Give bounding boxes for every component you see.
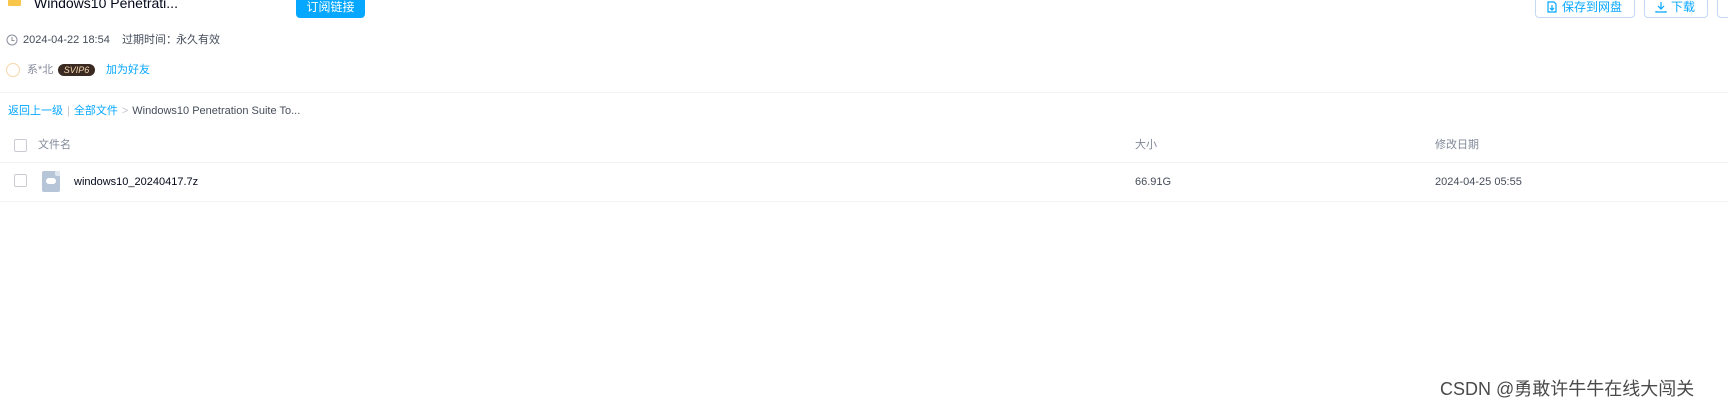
share-title: Windows10 Penetrati... — [34, 0, 178, 11]
clock-icon — [6, 34, 18, 46]
table-divider — [0, 162, 1728, 163]
column-header-modified[interactable]: 修改日期 — [1435, 138, 1479, 152]
save-to-netdisk-button[interactable]: 保存到网盘 — [1535, 0, 1635, 18]
file-size: 66.91G — [1135, 176, 1172, 188]
share-page: Windows10 Penetrati... 订阅链接 保存到网盘 下载 202… — [0, 0, 1728, 408]
download-button[interactable]: 下载 — [1644, 0, 1708, 18]
sharer-name[interactable]: 系*北 — [27, 63, 53, 77]
folder-icon — [8, 0, 21, 6]
breadcrumb: 返回上一级 | 全部文件 > Windows10 Penetration Suite T… — [8, 104, 300, 118]
table-divider — [0, 201, 1728, 202]
subscribe-link-button[interactable]: 订阅链接 — [296, 0, 365, 18]
file-modified-date: 2024-04-25 05:55 — [1435, 176, 1522, 188]
divider — [0, 92, 1728, 93]
avatar[interactable] — [6, 63, 20, 77]
expire-value: 永久有效 — [176, 34, 220, 46]
svip-badge: SVIP6 — [58, 64, 95, 76]
breadcrumb-arrow: > — [121, 105, 129, 117]
column-header-name[interactable]: 文件名 — [38, 138, 71, 152]
breadcrumb-separator: | — [67, 105, 70, 117]
download-icon — [1655, 2, 1667, 13]
select-all-checkbox[interactable] — [14, 139, 27, 152]
archive-file-icon — [42, 171, 60, 192]
download-label: 下载 — [1671, 0, 1696, 14]
share-created-time: 2024-04-22 18:54 — [23, 34, 110, 46]
breadcrumb-current: Windows10 Penetration Suite To... — [132, 105, 301, 117]
save-icon — [1547, 1, 1557, 13]
file-name[interactable]: windows10_20240417.7z — [74, 175, 198, 189]
all-files-link[interactable]: 全部文件 — [74, 105, 118, 117]
save-label: 保存到网盘 — [1562, 0, 1623, 14]
more-options-button[interactable] — [1717, 0, 1728, 18]
watermark: CSDN @勇敢许牛牛在线大闯关 — [1440, 379, 1695, 399]
add-friend-link[interactable]: 加为好友 — [106, 63, 150, 77]
expire-label: 过期时间： — [122, 34, 177, 46]
row-checkbox[interactable] — [14, 174, 27, 187]
column-header-size[interactable]: 大小 — [1135, 138, 1157, 152]
back-link[interactable]: 返回上一级 — [8, 105, 63, 117]
